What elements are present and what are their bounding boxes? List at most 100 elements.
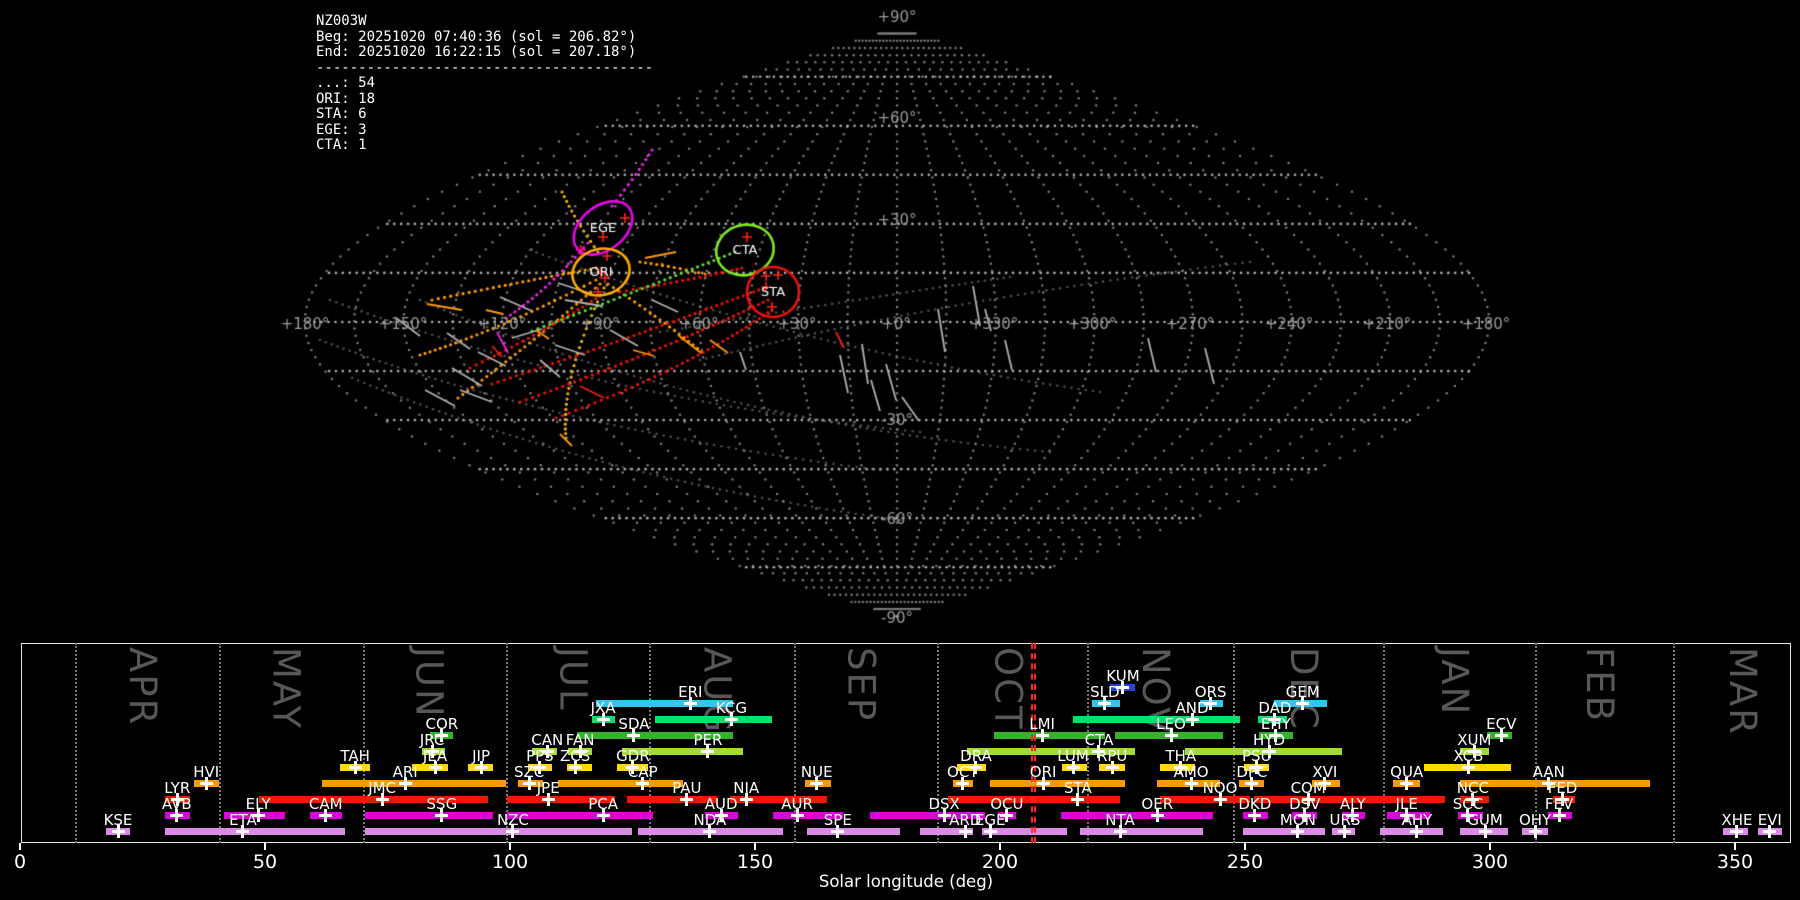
peak-marker-NOO [1218,792,1222,806]
peak-marker-DSX [942,808,946,822]
peak-marker-HVI [204,776,208,790]
x-axis-tick-label-50: 50 [252,851,278,873]
peak-marker-ARI [403,776,407,790]
peak-marker-DRA [974,760,978,774]
peak-marker-DAD [1273,712,1277,726]
peak-marker-PSU [1255,760,1259,774]
month-label-mar: MAR [1720,647,1764,736]
month-boundary-mar [1673,643,1676,843]
peak-marker-JEA [433,760,437,774]
peak-marker-JXA [601,712,605,726]
header-line-5: ORI: 18 [316,90,376,107]
peak-marker-NZC [511,824,515,838]
header-line-8: CTA: 1 [316,137,367,153]
x-axis-tick-label-150: 150 [736,851,774,873]
peak-marker-QUA [1405,776,1409,790]
peak-marker-JRC [430,744,434,758]
peak-marker-FAN [578,744,582,758]
peak-marker-ALY [1351,808,1355,822]
peak-marker-AUR [795,808,799,822]
x-axis-tick-label-200: 200 [981,851,1019,873]
peak-marker-NDA [708,824,712,838]
peak-marker-CAP [641,776,645,790]
x-axis-title: Solar longitude (deg) [818,872,994,891]
activity-timeline: Solar longitude (deg) APR MAY JUN JUL AUG SEP… [0,0,1800,900]
month-label-may: MAY [264,647,308,730]
peak-marker-OCU [1005,808,1009,822]
peak-marker-ORS [1209,696,1213,710]
peak-marker-KSE [116,824,120,838]
header-line-2: End: 20251020 16:22:15 (sol = 207.18°) [316,44,637,60]
peak-marker-SSG [440,808,444,822]
peak-marker-JLE [1405,808,1409,822]
peak-marker-XCB [1466,760,1470,774]
x-axis-tick-200 [999,843,1001,850]
peak-marker-JPE [546,792,550,806]
peak-marker-AND [1190,712,1194,726]
peak-marker-COM [1306,792,1310,806]
peak-marker-TAH [353,760,357,774]
peak-marker-OER [1155,808,1159,822]
peak-marker-AVB [175,808,179,822]
peak-marker-AUD [719,808,723,822]
peak-marker-FEV [1557,808,1561,822]
peak-marker-ARD [963,824,967,838]
header-line-4: ...: 54 [316,75,376,91]
peak-marker-ETA [241,824,245,838]
peak-marker-CAM [324,808,328,822]
peak-marker-GUM [1483,824,1487,838]
peak-marker-ECV [1499,728,1503,742]
peak-marker-XVI [1323,776,1327,790]
peak-marker-CAN [545,744,549,758]
x-axis-tick-50 [264,843,266,850]
peak-marker-SZC [527,776,531,790]
peak-marker-ELY [256,808,260,822]
peak-marker-KCG [729,712,733,726]
peak-marker-SPE [836,824,840,838]
peak-marker-EGE [988,824,992,838]
header-line-7: EGE: 3 [316,121,367,138]
x-axis-tick-250 [1244,843,1246,850]
peak-marker-LEO [1169,728,1173,742]
peak-marker-DKD [1253,808,1257,822]
peak-marker-EVI [1768,824,1772,838]
peak-marker-GDR [631,760,635,774]
peak-marker-AAN [1547,776,1551,790]
peak-marker-SLD [1103,696,1107,710]
peak-marker-AMO [1189,776,1193,790]
peak-marker-LYR [175,792,179,806]
peak-marker-MON [1296,824,1300,838]
peak-marker-JMC [380,792,384,806]
observation-header: NZ003W Beg: 20251020 07:40:36 (sol = 206.… [316,13,654,154]
peak-marker-PAU [685,792,689,806]
peak-marker-NIA [744,792,748,806]
peak-marker-URS [1343,824,1347,838]
x-axis-tick-label-100: 100 [491,851,529,873]
peak-marker-NTA [1118,824,1122,838]
peak-marker-EHY [1274,728,1278,742]
peak-marker-XUM [1472,744,1476,758]
month-label-sep: SEP [839,647,883,723]
peak-marker-DSV [1303,808,1307,822]
peak-marker-OHY [1533,824,1537,838]
peak-marker-COR [440,728,444,742]
x-axis-tick-100 [509,843,511,850]
peak-marker-KUM [1121,680,1125,694]
x-axis-tick-300 [1489,843,1491,850]
peak-marker-XHE [1735,824,1739,838]
peak-marker-GEM [1301,696,1305,710]
x-axis-tick-0 [19,843,21,850]
peak-marker-JIP [479,760,483,774]
x-axis-tick-label-0: 0 [13,851,27,873]
peak-marker-STA [1076,792,1080,806]
peak-marker-ORI [1041,776,1045,790]
peak-marker-PPS [538,760,542,774]
peak-marker-AHY [1415,824,1419,838]
peak-marker-RPU [1110,760,1114,774]
peak-marker-HYD [1267,744,1271,758]
peak-marker-LMI [1040,728,1044,742]
peak-marker-ZCS [573,760,577,774]
peak-marker-SCC [1466,808,1470,822]
header-line-3: ---------------------------------------- [316,59,654,76]
peak-marker-NCC [1471,792,1475,806]
